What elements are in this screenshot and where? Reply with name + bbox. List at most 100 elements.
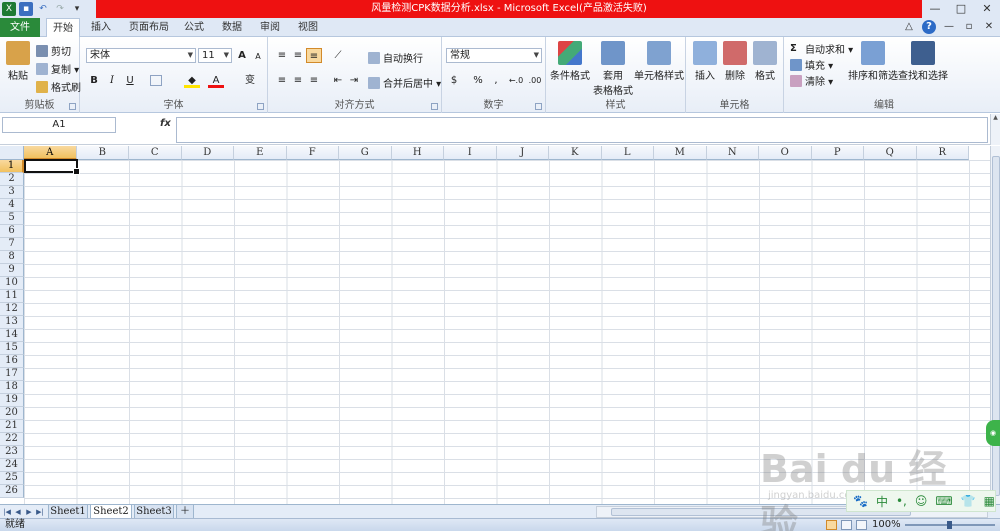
align-right-icon[interactable]: ≡ [306, 73, 322, 88]
select-all-corner[interactable] [0, 146, 24, 160]
row-header[interactable]: 13 [0, 316, 24, 329]
font-size-select[interactable]: 11 ▼ [198, 48, 232, 63]
row-header[interactable]: 16 [0, 355, 24, 368]
row-header[interactable]: 1 [0, 160, 24, 173]
save-icon[interactable]: ▪ [19, 2, 33, 16]
next-sheet-icon[interactable]: ▶ [24, 506, 34, 518]
align-left-icon[interactable]: ≡ [274, 73, 290, 88]
row-header[interactable]: 12 [0, 303, 24, 316]
number-launcher-icon[interactable] [535, 103, 542, 110]
row-header[interactable]: 19 [0, 394, 24, 407]
column-header[interactable]: B [76, 146, 129, 160]
column-header[interactable]: A [24, 146, 77, 160]
column-header[interactable]: E [234, 146, 287, 160]
row-header[interactable]: 7 [0, 238, 24, 251]
italic-button[interactable]: I [104, 73, 120, 88]
increase-decimal-button[interactable]: ←.0 [506, 73, 526, 88]
merge-center-button[interactable]: 合并后居中 ▾ [368, 75, 441, 90]
cell-styles-button[interactable]: 单元格样式 [634, 41, 684, 82]
row-header[interactable]: 4 [0, 199, 24, 212]
format-as-table-button[interactable]: 套用 表格格式 [592, 41, 634, 97]
font-color-icon[interactable]: A [208, 73, 224, 88]
page-layout-view-icon[interactable] [841, 520, 852, 530]
shrink-font-button[interactable]: A [250, 49, 266, 64]
tab-page-layout[interactable]: 页面布局 [124, 18, 174, 37]
decrease-indent-icon[interactable]: ⇤ [330, 73, 346, 88]
currency-icon[interactable]: $ [446, 73, 462, 88]
column-header[interactable]: H [391, 146, 444, 160]
maximize-button[interactable]: □ [948, 0, 974, 18]
row-header[interactable]: 8 [0, 251, 24, 264]
paste-button[interactable]: 粘贴 [4, 41, 32, 82]
align-center-icon[interactable]: ≡ [290, 73, 306, 88]
row-header[interactable]: 15 [0, 342, 24, 355]
number-format-select[interactable]: 常规 ▼ [446, 48, 542, 63]
align-bottom-icon[interactable]: ≡ [306, 48, 322, 63]
alignment-launcher-icon[interactable] [431, 103, 438, 110]
bold-button[interactable]: B [86, 73, 102, 88]
first-sheet-icon[interactable]: |◀ [2, 506, 12, 518]
row-header[interactable]: 2 [0, 173, 24, 186]
name-box[interactable]: A1 [2, 117, 116, 133]
tab-view[interactable]: 视图 [294, 18, 322, 37]
delete-cells-button[interactable]: 删除 [720, 41, 750, 82]
decrease-decimal-button[interactable]: .00 [526, 73, 544, 88]
ime-punct-icon[interactable]: •, [896, 494, 907, 508]
clear-button[interactable]: 清除 ▾ [790, 73, 833, 88]
row-header[interactable]: 18 [0, 381, 24, 394]
tab-review[interactable]: 审阅 [256, 18, 284, 37]
autosum-button[interactable]: Σ 自动求和 ▾ [790, 41, 853, 57]
column-header[interactable]: F [286, 146, 339, 160]
tab-data[interactable]: 数据 [218, 18, 246, 37]
redo-icon[interactable]: ↷ [53, 2, 67, 16]
tab-file[interactable]: 文件 [0, 18, 40, 37]
font-name-select[interactable]: 宋体 ▼ [86, 48, 196, 63]
borders-icon[interactable] [150, 75, 162, 86]
prev-sheet-icon[interactable]: ◀ [13, 506, 23, 518]
row-header[interactable]: 20 [0, 407, 24, 420]
ime-keyboard-icon[interactable]: ⌨ [935, 494, 952, 508]
column-header[interactable]: I [444, 146, 497, 160]
active-cell-a1[interactable] [24, 159, 80, 175]
minimize-button[interactable]: — [922, 0, 948, 18]
insert-cells-button[interactable]: 插入 [690, 41, 720, 82]
undo-icon[interactable]: ↶ [36, 2, 50, 16]
row-header[interactable]: 3 [0, 186, 24, 199]
row-header[interactable]: 22 [0, 433, 24, 446]
row-header[interactable]: 24 [0, 459, 24, 472]
last-sheet-icon[interactable]: ▶| [35, 506, 45, 518]
side-badge-icon[interactable]: ◉ [986, 420, 1000, 446]
formula-input[interactable] [176, 117, 988, 143]
vertical-scrollbar[interactable] [990, 146, 1000, 504]
ime-lang-icon[interactable]: 中 [876, 493, 888, 510]
column-header[interactable]: M [654, 146, 707, 160]
grow-font-button[interactable]: A [234, 48, 250, 63]
conditional-formatting-button[interactable]: 条件格式 [550, 41, 590, 82]
tab-formulas[interactable]: 公式 [180, 18, 208, 37]
doc-restore-icon[interactable]: ▫ [962, 20, 976, 34]
row-header[interactable]: 9 [0, 264, 24, 277]
column-header[interactable]: Q [864, 146, 917, 160]
column-header[interactable]: C [129, 146, 182, 160]
zoom-slider-knob[interactable] [947, 521, 952, 529]
align-middle-icon[interactable]: ≡ [290, 48, 306, 63]
wrap-text-button[interactable]: 自动换行 [368, 50, 423, 65]
row-header[interactable]: 21 [0, 420, 24, 433]
normal-view-icon[interactable] [826, 520, 837, 530]
underline-button[interactable]: U [122, 73, 138, 88]
phonetic-button[interactable]: 变 [242, 73, 258, 88]
font-launcher-icon[interactable] [257, 103, 264, 110]
clipboard-launcher-icon[interactable] [69, 103, 76, 110]
customize-qat-icon[interactable]: ▾ [70, 2, 84, 16]
format-painter-button[interactable]: 格式刷 [36, 79, 81, 94]
comma-button[interactable]: , [488, 73, 504, 88]
row-header[interactable]: 11 [0, 290, 24, 303]
column-header[interactable]: J [496, 146, 549, 160]
tab-home[interactable]: 开始 [46, 18, 80, 38]
orientation-icon[interactable]: ⟋ [330, 48, 346, 63]
zoom-level[interactable]: 100% [872, 519, 901, 531]
column-header[interactable]: P [811, 146, 864, 160]
find-select-button[interactable]: 查找和选择 [898, 41, 948, 82]
row-header[interactable]: 10 [0, 277, 24, 290]
page-break-view-icon[interactable] [856, 520, 867, 530]
